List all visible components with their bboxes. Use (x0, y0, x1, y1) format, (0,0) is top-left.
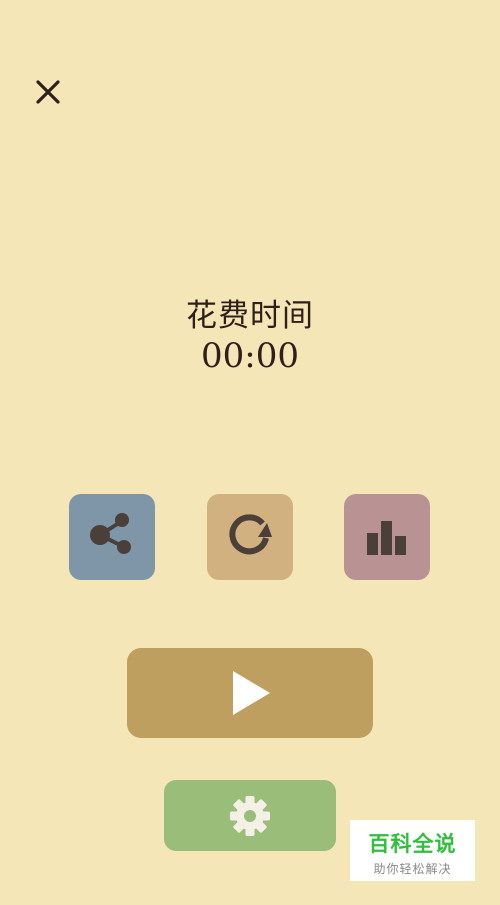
close-button[interactable] (30, 74, 66, 110)
watermark-title: 百科全说 (368, 832, 457, 856)
watermark-subtitle: 助你轻松解决 (373, 862, 452, 876)
restart-icon (229, 514, 272, 555)
close-icon (36, 80, 60, 104)
play-icon (233, 671, 270, 715)
play-button[interactable] (127, 648, 373, 738)
bar-chart-icon (367, 521, 406, 555)
elapsed-time: 00:00 (201, 336, 299, 376)
share-button[interactable] (69, 494, 155, 580)
settings-button[interactable] (164, 780, 336, 851)
watermark: 百科全说 助你轻松解决 (350, 820, 475, 881)
stats-button[interactable] (344, 494, 430, 580)
restart-button[interactable] (207, 494, 293, 580)
time-spent-label: 花费时间 (186, 298, 314, 334)
gear-icon (230, 795, 270, 836)
share-icon (90, 513, 131, 554)
